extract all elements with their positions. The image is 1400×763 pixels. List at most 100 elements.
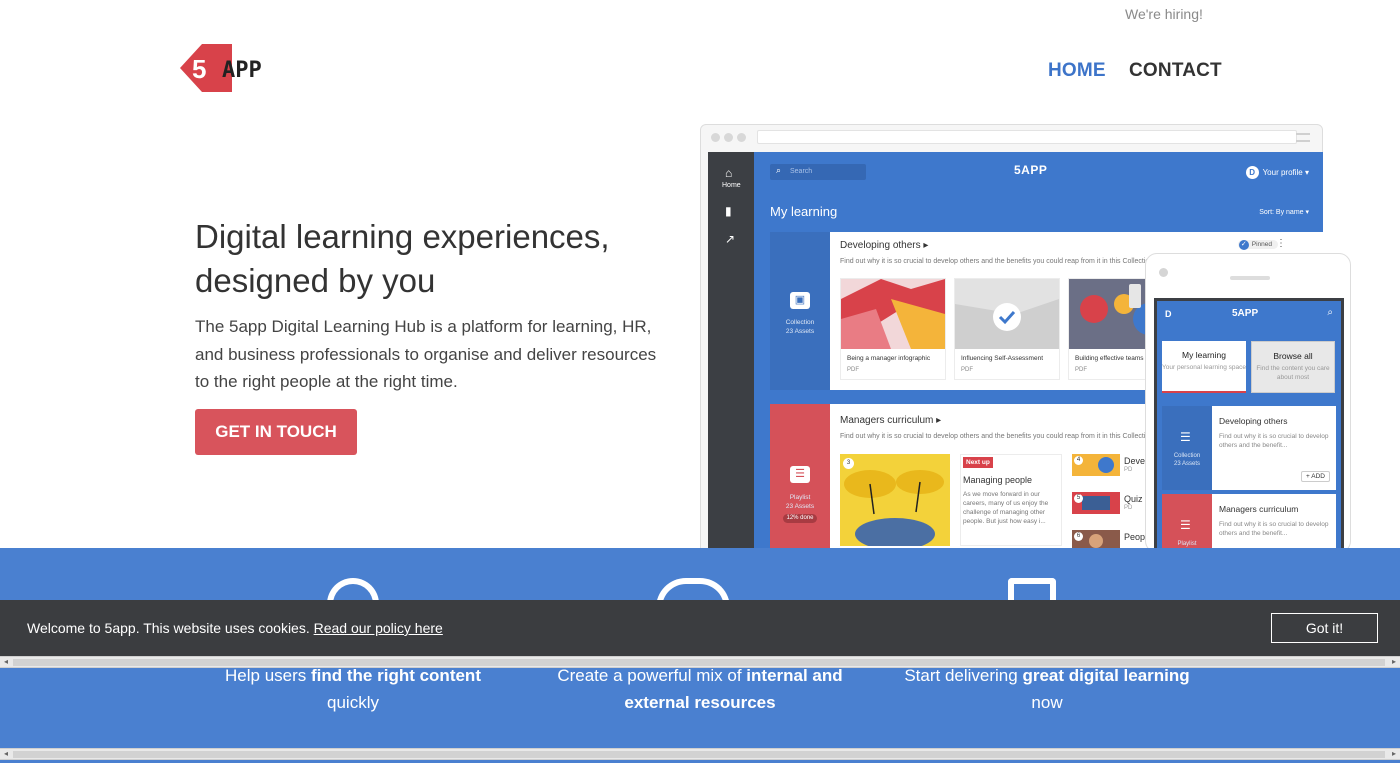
playlist-icon: ☰ [1180,518,1191,532]
step-number: 4 [1074,456,1083,465]
asset-tile: Influencing Self-Assessment PDF [954,278,1060,380]
feature-text: Start delivering [904,666,1023,685]
phone-logo: 5APP [1232,308,1259,319]
phone-tab-title: Browse all [1273,351,1313,361]
collection-icon: ▣ [790,292,810,309]
phone-tab-my-learning: My learning Your personal learning space [1162,341,1246,393]
hero-title-line1: Digital learning experiences, [195,218,610,255]
playlist-hero-tile: 3 [840,454,950,546]
scroll-left-icon[interactable]: ◂ [0,749,12,759]
phone-playlist-card: ☰ Playlist Managers curriculum Find out … [1162,494,1336,554]
next-up-badge: Next up [963,457,993,468]
tile-type: PDF [847,367,859,373]
app-search-placeholder: Search [790,168,813,175]
tile-image [841,279,945,349]
avatar: D [1165,309,1172,319]
phone-camera-icon [1159,268,1168,277]
playlist-icon: ☰ [790,466,810,483]
collection-side-label: Collection [785,319,815,326]
app-heading: My learning [770,204,838,219]
phone-side-label: Collection 23 Assets [1162,452,1212,468]
app-sidebar: ⌂ Home ▮ ↗ [708,152,754,564]
phone-speaker [1230,276,1270,280]
phone-side-label: Playlist [1177,541,1197,547]
bookmark-icon: ▮ [725,204,732,218]
scroll-left-icon[interactable]: ◂ [0,657,12,667]
cookie-accept-button[interactable]: Got it! [1271,613,1378,643]
feature-highlight: great digital learning [1022,666,1190,685]
app-profile: D Your profile ▾ [1245,166,1309,179]
more-icon: ⋮ [1276,238,1286,249]
phone-side-count: 23 Assets [1173,461,1200,467]
home-icon: ⌂ [725,166,733,180]
page-root: { "header": { "hiring": "We're hiring!",… [0,0,1400,763]
feature-text: quickly [327,693,379,712]
feature-text: now [1031,693,1063,712]
scrollbar-thumb[interactable] [13,659,1385,666]
horizontal-scrollbar[interactable]: ◂ ▸ [0,656,1400,668]
playlist-side-label: Playlist [789,494,811,501]
window-dot-icon [724,133,733,142]
feature-text: Help users [225,666,311,685]
hero-title-line2: designed by you [195,262,436,299]
profile-label: Your profile ▾ [1262,168,1309,177]
search-icon: ⌕ [1327,307,1333,318]
tile-type: PDF [961,367,973,373]
cookie-banner: Welcome to 5app. This website uses cooki… [0,600,1400,656]
window-dot-icon [737,133,746,142]
feature-text: Create a powerful mix of [557,666,747,685]
playlist-side: ☰ Playlist 23 Assets 12% done [770,404,830,564]
phone-card-description: Find out why it is so crucial to develop… [1219,521,1329,537]
step-label: Peop [1124,532,1146,542]
nav-home[interactable]: HOME [1048,60,1106,82]
collection-side-count: 23 Assets [785,328,815,335]
hiring-link[interactable]: We're hiring! [1125,6,1203,22]
step-label: Deve [1124,456,1146,466]
feature-start-delivering: Start delivering great digital learning … [897,662,1197,716]
scroll-right-icon[interactable]: ▸ [1388,657,1400,667]
progress-badge: 12% done [783,514,817,523]
step-label: Quiz [1124,494,1143,504]
next-up-title: Managing people [963,475,1033,485]
tile-label: Being a manager infographic [847,355,931,362]
phone-card-side: ☰ Collection 23 Assets [1162,406,1212,490]
feature-find-content: Help users find the right content quickl… [203,662,503,716]
cookie-message: Welcome to 5app. This website uses cooki… [27,620,443,636]
playlist-step: 4 Deve PD [1072,454,1146,476]
playlist-title: Managers curriculum ▸ [840,415,942,426]
scroll-right-icon[interactable]: ▸ [1388,749,1400,759]
cookie-policy-link[interactable]: Read our policy here [314,620,443,636]
cookie-text: Welcome to 5app. This website uses cooki… [27,620,310,636]
logo-app: APP [222,58,262,83]
tile-image [955,279,1059,349]
phone-card-description: Find out why it is so crucial to develop… [1219,433,1329,449]
pinned-badge: ✓ Pinned [1237,240,1278,250]
browser-url-bar [757,130,1297,144]
collection-title: Developing others ▸ [840,240,929,251]
asset-tile: Being a manager infographic PDF [840,278,946,380]
hero-title: Digital learning experiences, designed b… [195,215,655,303]
browser-menu-icon [1296,133,1310,142]
phone-mockup: D 5APP ⌕ My learning Your personal learn… [1145,253,1351,554]
phone-tab-title: My learning [1182,350,1226,360]
collection-description: Find out why it is so crucial to develop… [840,258,1154,265]
window-dot-icon [711,133,720,142]
horizontal-scrollbar[interactable]: ◂ ▸ [0,748,1400,760]
nav-contact[interactable]: CONTACT [1129,60,1222,82]
get-in-touch-button[interactable]: GET IN TOUCH [195,409,357,455]
tile-label: Influencing Self-Assessment [961,355,1044,362]
step-type: PD [1124,467,1133,473]
phone-collection-card: ☰ Collection 23 Assets Developing others … [1162,406,1336,490]
tile-type: PDF [1075,367,1087,373]
trend-icon: ↗ [725,232,736,246]
phone-card-title: Developing others [1219,416,1288,426]
step-number: 5 [1074,494,1083,503]
phone-tab-subtitle: Your personal learning space [1162,364,1246,371]
next-up-tile: Next up Managing people As we move forwa… [960,454,1062,546]
feature-resources: Create a powerful mix of internal and ex… [550,662,850,716]
scrollbar-thumb[interactable] [13,751,1385,758]
brand-logo[interactable]: 5 APP [180,42,302,94]
phone-screen: D 5APP ⌕ My learning Your personal learn… [1154,298,1344,554]
collection-side: ▣ Collection 23 Assets [770,232,830,390]
playlist-side-count: 23 Assets [785,503,815,510]
